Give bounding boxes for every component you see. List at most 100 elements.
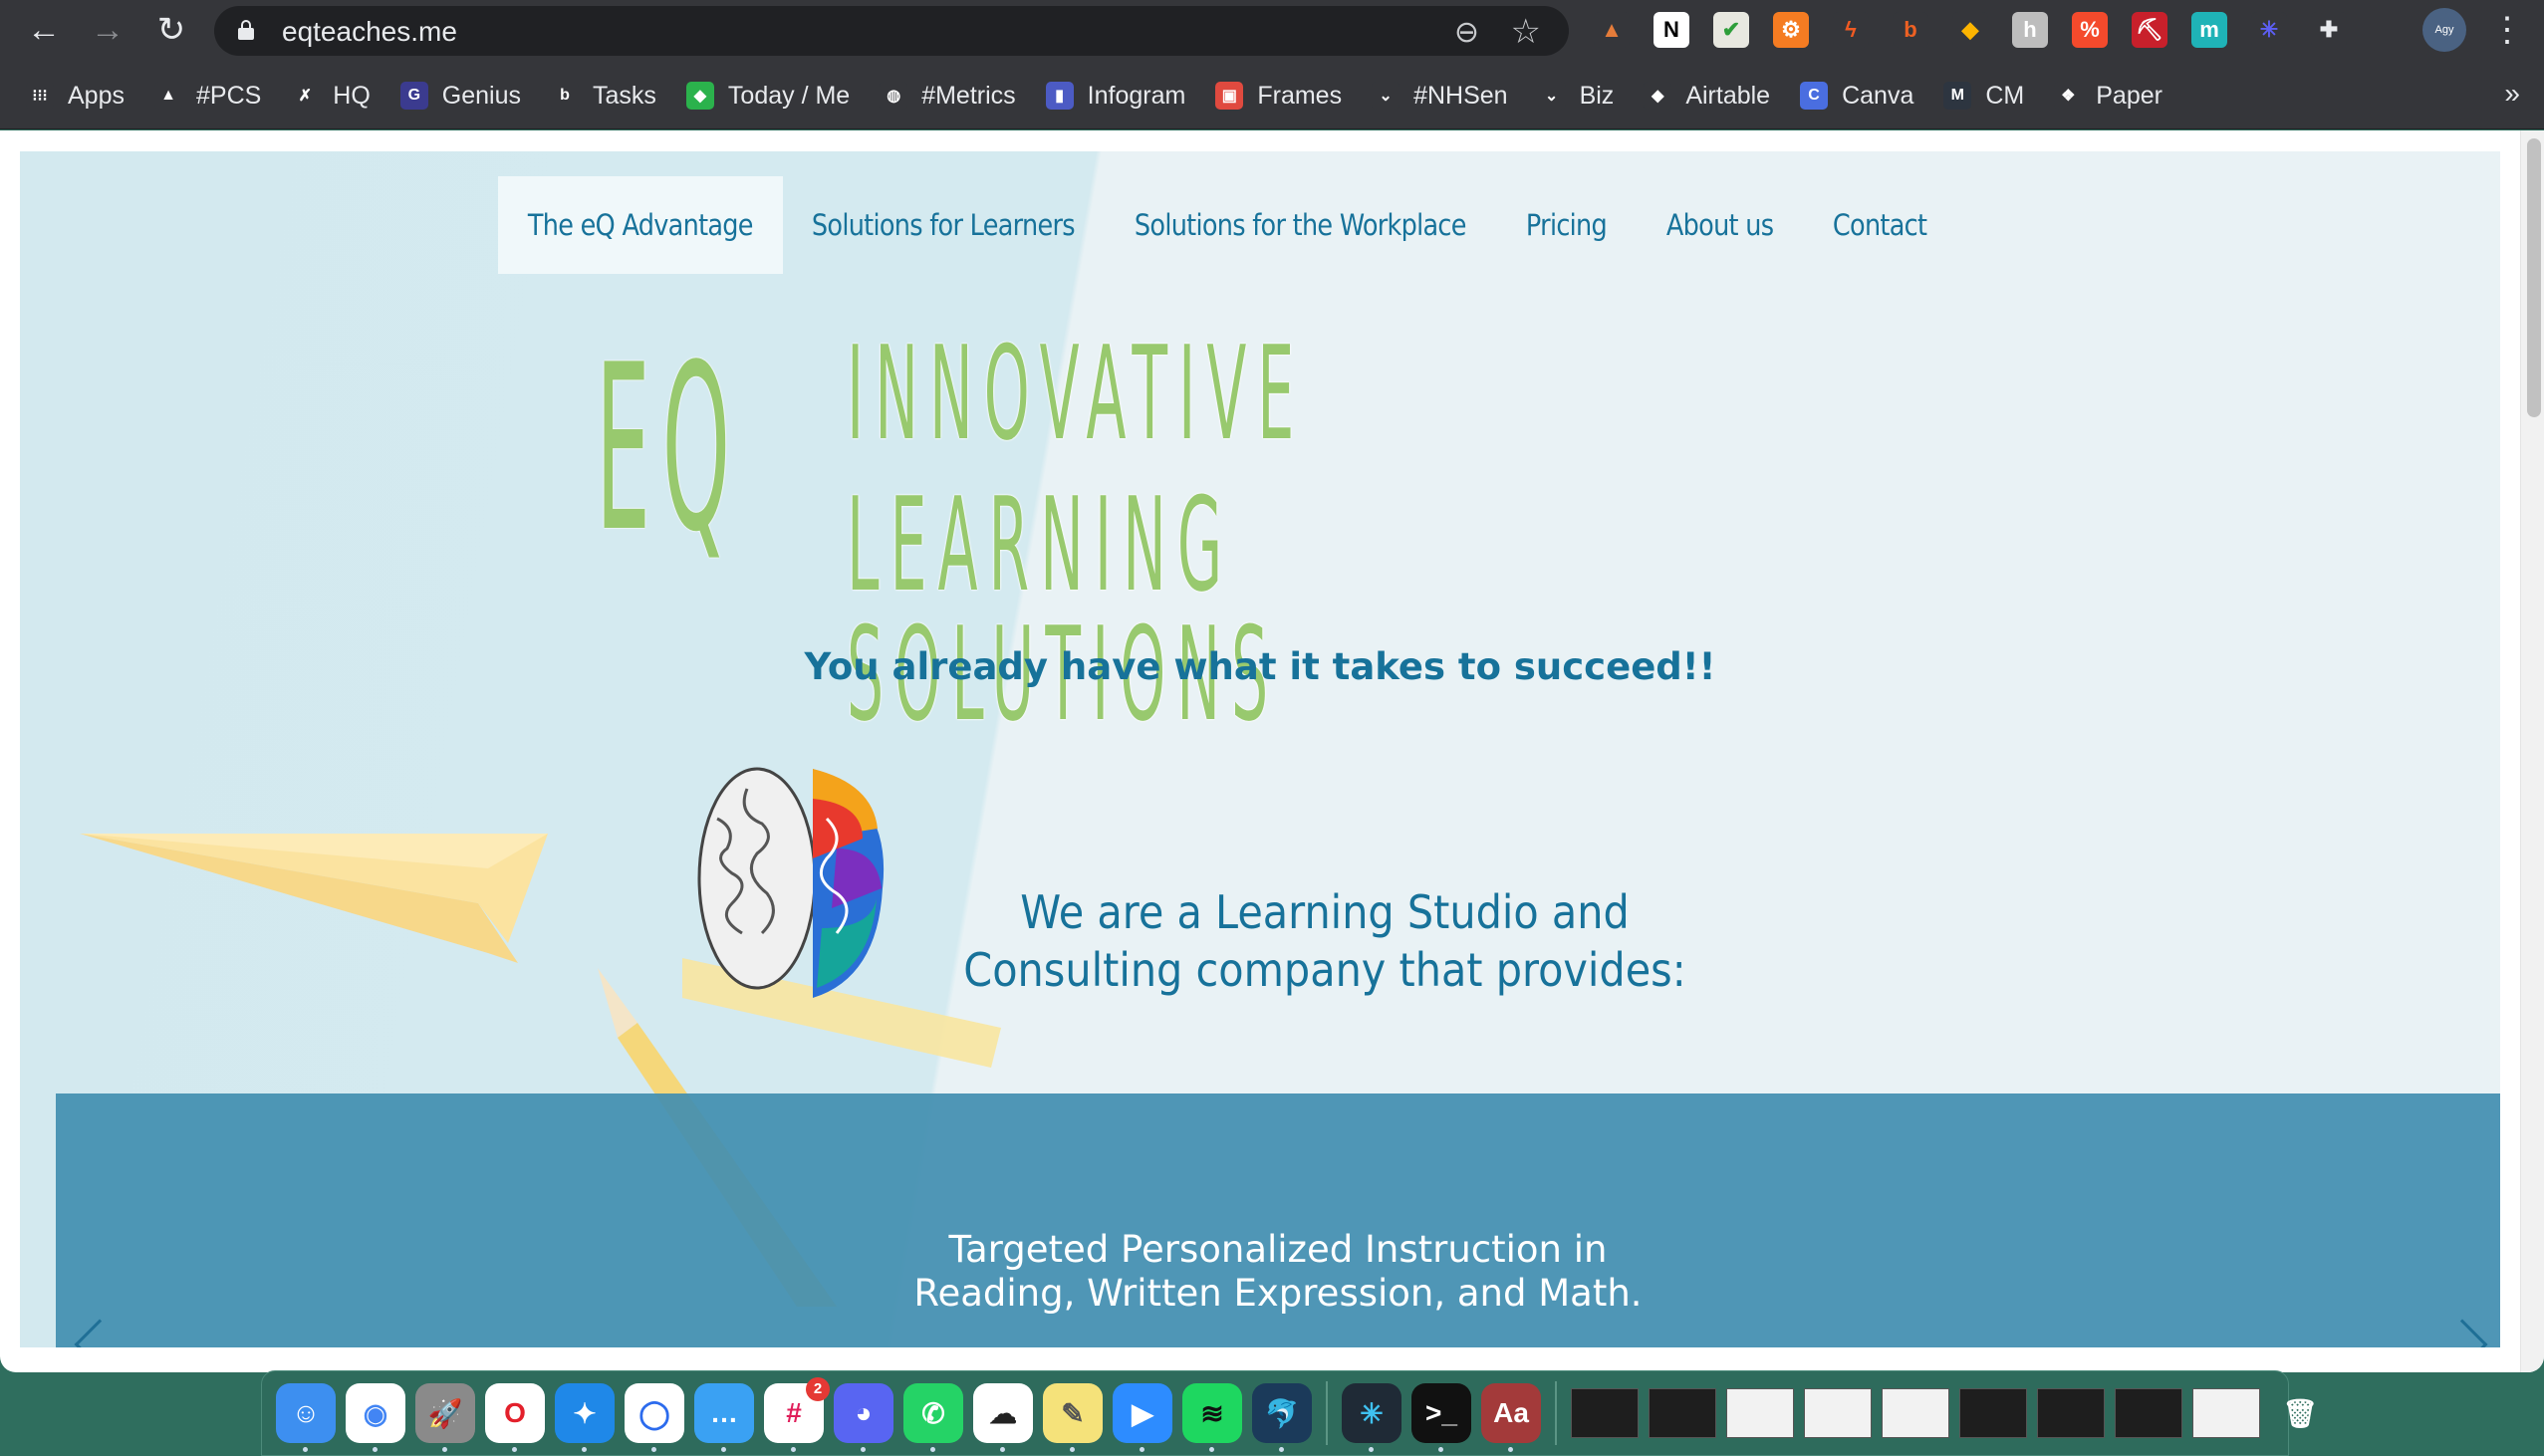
nav-contact[interactable]: Contact xyxy=(1803,176,1956,274)
minimized-window-thumbnail[interactable] xyxy=(2192,1388,2260,1438)
trash-dock-icon[interactable]: 🗑 xyxy=(2270,1383,2330,1443)
address-bar[interactable]: eqteaches.me ⊖ ☆ xyxy=(214,6,1569,56)
airtable-extension-icon[interactable]: ◆ xyxy=(1952,12,1988,48)
arc-ext-extension-icon[interactable]: ▲ xyxy=(1594,12,1630,48)
bookmark-frames[interactable]: ▣ Frames xyxy=(1215,82,1342,111)
safari-dock-icon[interactable]: ✦ xyxy=(555,1383,615,1452)
reload-button[interactable]: ↻ xyxy=(151,10,191,50)
nav-about-us[interactable]: About us xyxy=(1637,176,1803,274)
vscode-like-dock-icon[interactable]: ✳ xyxy=(1342,1383,1401,1452)
bookmarks-overflow-button[interactable]: » xyxy=(2504,78,2520,110)
minimized-window-thumbnail[interactable] xyxy=(1726,1388,1794,1438)
zoom-magnifier-icon[interactable]: ⊖ xyxy=(1454,15,1479,50)
dictionary-dock-icon[interactable]: Aa xyxy=(1481,1383,1541,1452)
bookmark-label: Tasks xyxy=(593,81,656,110)
bookmark-canva[interactable]: C Canva xyxy=(1800,82,1913,111)
scrollbar-thumb[interactable] xyxy=(2527,138,2541,417)
globe-icon: ◍ xyxy=(880,82,908,110)
pick-ext-extension-icon[interactable]: ⛏ xyxy=(2132,12,2167,48)
zoom-dock-icon[interactable]: ▶ xyxy=(1113,1383,1172,1452)
page-viewport: The eQ Advantage Solutions for Learners So… xyxy=(0,130,2544,1372)
hemingway-extension-icon[interactable]: h xyxy=(2012,12,2048,48)
minimized-window-thumbnail[interactable] xyxy=(2115,1388,2182,1438)
asterisk-ext-extension-icon[interactable]: ✳ xyxy=(2251,12,2287,48)
bookmark-hq[interactable]: ✗ HQ xyxy=(291,82,371,111)
bitly-extension-icon[interactable]: b xyxy=(1893,12,1928,48)
profile-avatar[interactable]: Agy xyxy=(2422,8,2466,52)
browser-menu-icon[interactable]: ⋮ xyxy=(2490,6,2524,56)
services-carousel: Targeted Personalized Instruction in Rea… xyxy=(56,1093,2500,1347)
finder-glyph: ☺ xyxy=(291,1397,321,1428)
hero-title-line2: LEARNING SOLUTIONS xyxy=(847,469,1280,750)
nav-solutions-for-learners[interactable]: Solutions for Learners xyxy=(782,176,1105,274)
code-ext-extension-icon[interactable]: % xyxy=(2072,12,2108,48)
spotify-dock-icon[interactable]: ≋ xyxy=(1182,1383,1242,1452)
genius-icon: G xyxy=(399,82,428,110)
bookmark-label: Frames xyxy=(1257,81,1343,110)
slack-dock-icon[interactable]: #2 xyxy=(764,1377,830,1452)
bookmark-biz[interactable]: ⌄ Biz xyxy=(1537,81,1615,111)
bookmark-infogram[interactable]: ▮ Infogram xyxy=(1045,82,1185,111)
bookmark-today-me[interactable]: ◆ Today / Me xyxy=(685,81,851,111)
hubspot-extension-icon[interactable]: ⚙ xyxy=(1773,12,1809,48)
bookmark-pcs[interactable]: ▲ #PCS xyxy=(153,81,262,111)
bookmark-nhsen[interactable]: ⌄ #NHSen xyxy=(1372,82,1508,111)
discord-dock-icon[interactable]: ◕ xyxy=(834,1383,893,1452)
page-scrollbar[interactable] xyxy=(2520,130,2544,1372)
url-text[interactable]: eqteaches.me xyxy=(282,16,457,48)
bookmark-metrics[interactable]: ◍ #Metrics xyxy=(880,81,1016,111)
checkmark-extension-icon[interactable]: ✔ xyxy=(1713,12,1749,48)
messages-dock-icon[interactable]: … xyxy=(694,1383,754,1452)
bookmark-cm[interactable]: M CM xyxy=(1943,82,2024,111)
bookmark-tasks[interactable]: b Tasks xyxy=(551,82,656,111)
bookmark-genius[interactable]: G Genius xyxy=(399,82,521,111)
chevrons-icon: ⌄ xyxy=(1537,82,1566,110)
bookmark-star-icon[interactable]: ☆ xyxy=(1511,12,1541,52)
bookmark-apps[interactable]: ⁝⁝⁝ Apps xyxy=(26,82,125,111)
whatsapp-dock-icon[interactable]: ✆ xyxy=(903,1383,963,1452)
forward-button[interactable]: → xyxy=(88,10,127,50)
bolt-extension-icon[interactable]: ϟ xyxy=(1833,12,1869,48)
back-arrow-icon: ← xyxy=(27,11,61,49)
puzzle-extension-icon[interactable]: ✚ xyxy=(2311,12,2347,48)
minimized-window-thumbnail[interactable] xyxy=(2037,1388,2105,1438)
m-ext-extension-icon[interactable]: m xyxy=(2191,12,2227,48)
minimized-window-thumbnail[interactable] xyxy=(1571,1388,1639,1438)
notification-badge: 2 xyxy=(806,1377,830,1401)
cm-icon: M xyxy=(1943,82,1972,110)
signal-dock-icon[interactable]: ◯ xyxy=(625,1383,684,1452)
launchpad-dock-icon[interactable]: 🚀 xyxy=(415,1383,475,1452)
minimized-window-thumbnail[interactable] xyxy=(1959,1388,2027,1438)
forward-arrow-icon: → xyxy=(91,11,125,49)
bookmark-paper[interactable]: ❖ Paper xyxy=(2054,82,2162,111)
notion-extension-icon[interactable]: N xyxy=(1654,12,1689,48)
bookmarks-bar: ⁝⁝⁝ Apps ▲ #PCS ✗ HQ G Genius b Tasks ◆ Today / Me ◍… xyxy=(0,62,2544,129)
canva-icon: C xyxy=(1800,82,1829,110)
opera-dock-icon[interactable]: O xyxy=(485,1383,545,1452)
mysql-workbench-dock-icon[interactable]: 🐬 xyxy=(1252,1383,1312,1452)
safari-glyph: ✦ xyxy=(573,1397,597,1429)
feedly-icon: ◆ xyxy=(685,82,714,110)
terminal-dock-icon[interactable]: >_ xyxy=(1411,1383,1471,1452)
site-navigation: The eQ Advantage Solutions for Learners So… xyxy=(498,176,1957,274)
bookmark-label: #PCS xyxy=(195,81,262,110)
nav-solutions-for-the-workplace[interactable]: Solutions for the Workplace xyxy=(1105,176,1496,274)
bookmark-label: Today / Me xyxy=(727,81,851,110)
bookmark-label: Biz xyxy=(1579,81,1615,110)
chrome-dock-icon[interactable]: ◉ xyxy=(346,1383,405,1452)
minimized-window-thumbnail[interactable] xyxy=(1649,1388,1716,1438)
dropbox-icon: ❖ xyxy=(2054,82,2083,110)
stickies-dock-icon[interactable]: ✎ xyxy=(1043,1383,1103,1452)
hq-icon: ✗ xyxy=(291,82,320,110)
minimized-window-thumbnail[interactable] xyxy=(1804,1388,1872,1438)
hero-tagline: You already have what it takes to succee… xyxy=(804,645,1716,688)
bookmark-airtable[interactable]: ◆ Airtable xyxy=(1644,82,1770,111)
minimized-window-thumbnail[interactable] xyxy=(1882,1388,1949,1438)
nav-pricing[interactable]: Pricing xyxy=(1496,176,1637,274)
finder-dock-icon[interactable]: ☺ xyxy=(276,1383,336,1452)
nav-the-eq-advantage[interactable]: The eQ Advantage xyxy=(498,176,783,274)
b-icon: b xyxy=(551,82,580,110)
back-button[interactable]: ← xyxy=(24,10,64,50)
bookmark-label: #Metrics xyxy=(921,81,1016,110)
cloud-app-dock-icon[interactable]: ☁ xyxy=(973,1383,1033,1452)
